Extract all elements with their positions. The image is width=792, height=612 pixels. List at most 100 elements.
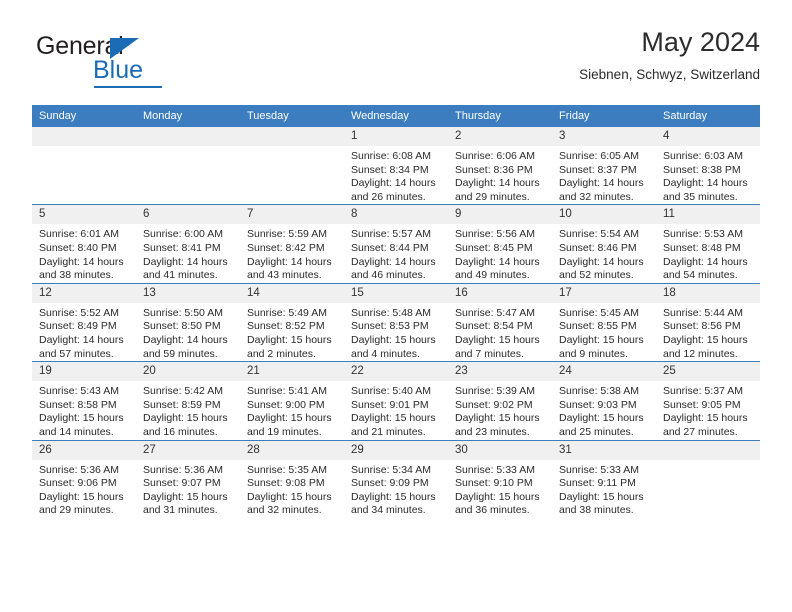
calendar-day-cell[interactable]: 17 Sunrise: 5:45 AM Sunset: 8:55 PM Dayligh… (552, 282, 656, 362)
daylight-text: Daylight: 15 hours and 12 minutes. (663, 333, 748, 360)
sunset-text: Sunset: 8:59 PM (143, 398, 221, 411)
calendar-day-cell[interactable]: 24 Sunrise: 5:38 AM Sunset: 9:03 PM Dayligh… (552, 361, 656, 440)
sunrise-text: Sunrise: 5:36 AM (39, 463, 119, 476)
calendar-day-cell[interactable]: 16 Sunrise: 5:47 AM Sunset: 8:54 PM Dayligh… (448, 282, 552, 362)
sunrise-text: Sunrise: 5:42 AM (143, 385, 223, 398)
calendar-week-row: 1 Sunrise: 6:08 AM Sunset: 8:34 PM Daylight… (32, 127, 760, 205)
day-number: 7 (240, 205, 344, 225)
calendar-day-cell[interactable]: 3 Sunrise: 6:05 AM Sunset: 8:37 PM Daylight… (552, 127, 656, 205)
calendar-week-row: 12 Sunrise: 5:52 AM Sunset: 8:49 PM Dayligh… (32, 282, 760, 362)
day-number: 6 (136, 205, 240, 225)
sunrise-text: Sunrise: 6:05 AM (559, 150, 639, 162)
sunrise-text: Sunrise: 5:37 AM (663, 385, 743, 398)
sunset-text: Sunset: 8:40 PM (39, 241, 117, 254)
day-details: Sunrise: 5:48 AM Sunset: 8:53 PM Daylight:… (344, 303, 448, 361)
day-details: Sunrise: 5:38 AM Sunset: 9:03 PM Daylight:… (552, 381, 656, 439)
calendar-day-cell[interactable]: 23 Sunrise: 5:39 AM Sunset: 9:02 PM Dayligh… (448, 361, 552, 440)
calendar-day-cell[interactable]: 27 Sunrise: 5:36 AM Sunset: 9:07 PM Dayligh… (136, 439, 240, 518)
sunset-text: Sunset: 9:10 PM (455, 477, 533, 490)
sunset-text: Sunset: 8:34 PM (351, 163, 429, 176)
sunset-text: Sunset: 8:54 PM (455, 320, 533, 333)
sunrise-text: Sunrise: 5:52 AM (39, 306, 119, 319)
day-details: Sunrise: 6:00 AM Sunset: 8:41 PM Daylight:… (136, 224, 240, 282)
day-number: 11 (656, 205, 760, 225)
daylight-text: Daylight: 15 hours and 34 minutes. (351, 490, 436, 517)
general-blue-logo: General Blue (36, 34, 186, 90)
page-subtitle: Siebnen, Schwyz, Switzerland (579, 66, 760, 82)
calendar-day-cell[interactable]: 21 Sunrise: 5:41 AM Sunset: 9:00 PM Dayligh… (240, 361, 344, 440)
calendar-day-cell[interactable]: 26 Sunrise: 5:36 AM Sunset: 9:06 PM Dayligh… (32, 439, 136, 518)
calendar-day-cell-empty (240, 127, 344, 205)
calendar-day-cell[interactable]: 13 Sunrise: 5:50 AM Sunset: 8:50 PM Dayligh… (136, 282, 240, 362)
day-number: 21 (240, 362, 344, 382)
day-number: 4 (656, 127, 760, 146)
sunrise-text: Sunrise: 5:48 AM (351, 306, 431, 319)
day-number: 16 (448, 283, 552, 303)
weekday-header-sunday: Sunday (32, 105, 136, 127)
daylight-text: Daylight: 14 hours and 29 minutes. (455, 177, 540, 203)
daylight-text: Daylight: 15 hours and 19 minutes. (247, 412, 332, 438)
daylight-text: Daylight: 15 hours and 7 minutes. (455, 333, 540, 360)
daylight-text: Daylight: 14 hours and 46 minutes. (351, 255, 436, 282)
sunrise-text: Sunrise: 6:08 AM (351, 150, 431, 162)
daylight-text: Daylight: 14 hours and 49 minutes. (455, 255, 540, 282)
sunset-text: Sunset: 9:08 PM (247, 477, 325, 490)
day-number (240, 127, 344, 146)
calendar-day-cell[interactable]: 25 Sunrise: 5:37 AM Sunset: 9:05 PM Dayligh… (656, 361, 760, 440)
calendar-day-cell[interactable]: 9 Sunrise: 5:56 AM Sunset: 8:45 PM Daylight… (448, 204, 552, 284)
sunrise-text: Sunrise: 5:50 AM (143, 306, 223, 319)
calendar-day-cell[interactable]: 7 Sunrise: 5:59 AM Sunset: 8:42 PM Daylight… (240, 204, 344, 284)
daylight-text: Daylight: 15 hours and 23 minutes. (455, 412, 540, 438)
day-details: Sunrise: 5:59 AM Sunset: 8:42 PM Daylight:… (240, 224, 344, 282)
daylight-text: Daylight: 14 hours and 54 minutes. (663, 255, 748, 282)
day-number: 28 (240, 440, 344, 460)
calendar-day-cell[interactable]: 5 Sunrise: 6:01 AM Sunset: 8:40 PM Daylight… (32, 204, 136, 284)
daylight-text: Daylight: 14 hours and 38 minutes. (39, 255, 124, 282)
calendar-day-cell[interactable]: 10 Sunrise: 5:54 AM Sunset: 8:46 PM Dayligh… (552, 204, 656, 284)
calendar-day-cell[interactable]: 19 Sunrise: 5:43 AM Sunset: 8:58 PM Dayligh… (32, 361, 136, 440)
day-details: Sunrise: 5:42 AM Sunset: 8:59 PM Daylight:… (136, 381, 240, 439)
calendar-day-cell[interactable]: 14 Sunrise: 5:49 AM Sunset: 8:52 PM Dayligh… (240, 282, 344, 362)
weekday-header-tuesday: Tuesday (240, 105, 344, 127)
sunrise-text: Sunrise: 5:49 AM (247, 306, 327, 319)
day-number: 19 (32, 362, 136, 382)
day-number: 17 (552, 283, 656, 303)
calendar-day-cell[interactable]: 11 Sunrise: 5:53 AM Sunset: 8:48 PM Dayligh… (656, 204, 760, 284)
calendar-day-cell[interactable]: 22 Sunrise: 5:40 AM Sunset: 9:01 PM Dayligh… (344, 361, 448, 440)
day-number: 24 (552, 362, 656, 382)
title-block: May 2024 Siebnen, Schwyz, Switzerland (579, 27, 760, 83)
calendar-day-cell[interactable]: 20 Sunrise: 5:42 AM Sunset: 8:59 PM Dayligh… (136, 361, 240, 440)
calendar-day-cell[interactable]: 6 Sunrise: 6:00 AM Sunset: 8:41 PM Daylight… (136, 204, 240, 284)
sunset-text: Sunset: 8:38 PM (663, 163, 741, 176)
daylight-text: Daylight: 14 hours and 35 minutes. (663, 177, 748, 203)
sunrise-text: Sunrise: 5:57 AM (351, 228, 431, 241)
sunset-text: Sunset: 8:49 PM (39, 320, 117, 333)
day-details: Sunrise: 5:34 AM Sunset: 9:09 PM Daylight:… (344, 460, 448, 518)
day-details: Sunrise: 5:41 AM Sunset: 9:00 PM Daylight:… (240, 381, 344, 439)
day-number: 10 (552, 205, 656, 225)
day-number (656, 440, 760, 460)
day-details: Sunrise: 5:33 AM Sunset: 9:10 PM Daylight:… (448, 460, 552, 518)
day-details: Sunrise: 5:45 AM Sunset: 8:55 PM Daylight:… (552, 303, 656, 361)
day-details: Sunrise: 5:35 AM Sunset: 9:08 PM Daylight:… (240, 460, 344, 518)
calendar-day-cell[interactable]: 1 Sunrise: 6:08 AM Sunset: 8:34 PM Daylight… (344, 127, 448, 205)
calendar-day-cell[interactable]: 28 Sunrise: 5:35 AM Sunset: 9:08 PM Dayligh… (240, 439, 344, 518)
calendar-day-cell[interactable]: 31 Sunrise: 5:33 AM Sunset: 9:11 PM Dayligh… (552, 439, 656, 518)
calendar-day-cell[interactable]: 4 Sunrise: 6:03 AM Sunset: 8:38 PM Daylight… (656, 127, 760, 205)
sunrise-text: Sunrise: 5:39 AM (455, 385, 535, 398)
daylight-text: Daylight: 15 hours and 36 minutes. (455, 490, 540, 517)
sunset-text: Sunset: 8:58 PM (39, 398, 117, 411)
calendar-day-cell[interactable]: 29 Sunrise: 5:34 AM Sunset: 9:09 PM Dayligh… (344, 439, 448, 518)
sunset-text: Sunset: 9:09 PM (351, 477, 429, 490)
calendar-day-cell[interactable]: 12 Sunrise: 5:52 AM Sunset: 8:49 PM Dayligh… (32, 282, 136, 362)
day-details: Sunrise: 6:01 AM Sunset: 8:40 PM Daylight:… (32, 224, 136, 282)
calendar-body: 1 Sunrise: 6:08 AM Sunset: 8:34 PM Daylight… (32, 127, 760, 518)
calendar-day-cell[interactable]: 30 Sunrise: 5:33 AM Sunset: 9:10 PM Dayligh… (448, 439, 552, 518)
calendar-day-cell[interactable]: 2 Sunrise: 6:06 AM Sunset: 8:36 PM Daylight… (448, 127, 552, 205)
calendar-day-cell[interactable]: 8 Sunrise: 5:57 AM Sunset: 8:44 PM Daylight… (344, 204, 448, 284)
day-number (136, 127, 240, 146)
calendar-page: General Blue May 2024 Siebnen, Schwyz, S… (0, 0, 792, 612)
calendar-day-cell[interactable]: 18 Sunrise: 5:44 AM Sunset: 8:56 PM Dayligh… (656, 282, 760, 362)
calendar-day-cell[interactable]: 15 Sunrise: 5:48 AM Sunset: 8:53 PM Dayligh… (344, 282, 448, 362)
sunset-text: Sunset: 9:03 PM (559, 398, 637, 411)
